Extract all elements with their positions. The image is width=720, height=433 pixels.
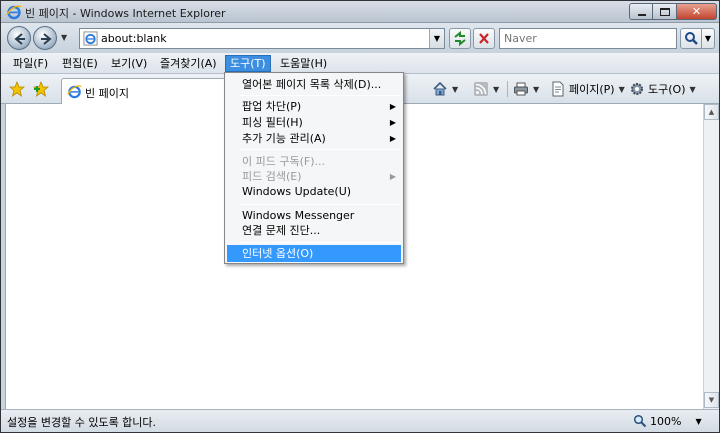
home-button[interactable]: ▼ (432, 81, 458, 97)
page-menu-label: 페이지(P) (569, 83, 615, 96)
menu-help[interactable]: 도움말(H) (276, 55, 331, 72)
title-bar: 빈 페이지 - Windows Internet Explorer ✕ (1, 1, 719, 23)
menu-separator (239, 204, 401, 205)
zoom-dropdown-icon[interactable]: ▼ (695, 417, 701, 426)
back-arrow-icon (14, 33, 25, 45)
menu-item-windows-update[interactable]: Windows Update(U) (227, 183, 401, 200)
add-favorite-icon[interactable] (33, 81, 49, 97)
tab-ie-icon (67, 85, 82, 99)
menu-item-label: 열어본 페이지 목록 삭제(D)... (242, 78, 382, 91)
menu-item-label: 연결 문제 진단... (242, 224, 321, 237)
window-title: 빈 페이지 - Windows Internet Explorer (25, 7, 226, 20)
menu-separator (239, 242, 401, 243)
scroll-up-arrow-icon[interactable]: ▲ (704, 104, 719, 120)
feeds-button[interactable]: ▼ (473, 81, 499, 97)
menu-favorites[interactable]: 즐겨찾기(A) (156, 55, 221, 72)
tools-dropdown-menu: 열어본 페이지 목록 삭제(D)... 팝업 차단(P) ▶ 피싱 필터(H) ▶ … (224, 72, 404, 264)
menu-item-internet-options[interactable]: 인터넷 옵션(O) (227, 245, 401, 262)
address-bar[interactable]: ▼ (79, 28, 445, 49)
recent-pages-dropdown-icon[interactable]: ▼ (61, 33, 67, 42)
menu-file[interactable]: 파일(F) (9, 55, 52, 72)
rss-feed-icon (474, 82, 488, 96)
menu-item-delete-history[interactable]: 열어본 페이지 목록 삭제(D)... (227, 76, 401, 93)
tab-label: 빈 페이지 (85, 87, 129, 100)
tab-blank-page[interactable]: 빈 페이지 (61, 78, 231, 104)
vertical-scrollbar[interactable]: ▲ ▼ (703, 104, 719, 409)
menu-item-label: 인터넷 옵션(O) (242, 247, 314, 260)
back-button[interactable] (7, 26, 31, 50)
menu-separator (239, 149, 401, 150)
home-icon (433, 81, 447, 96)
menu-edit[interactable]: 편집(E) (58, 55, 102, 72)
menu-item-manage-addons[interactable]: 추가 기능 관리(A) ▶ (227, 130, 401, 147)
menu-view[interactable]: 보기(V) (107, 55, 151, 72)
zoom-control[interactable]: 100% ▼ (633, 414, 702, 428)
maximize-button[interactable] (653, 3, 677, 20)
submenu-arrow-icon: ▶ (389, 102, 396, 111)
menu-item-label: 피드 검색(E) (242, 170, 302, 183)
menu-item-label: 팝업 차단(P) (242, 100, 302, 113)
search-button[interactable] (680, 28, 702, 49)
scroll-down-arrow-icon[interactable]: ▼ (704, 392, 719, 408)
forward-arrow-icon (41, 33, 52, 45)
close-icon: ✕ (691, 5, 702, 18)
submenu-arrow-icon: ▶ (389, 134, 396, 143)
favorites-star-icon[interactable] (9, 81, 25, 97)
search-icon (685, 32, 698, 45)
submenu-arrow-icon: ▶ (389, 118, 396, 127)
minimize-icon (638, 14, 646, 16)
address-dropdown-button[interactable]: ▼ (429, 29, 444, 48)
menu-item-label: Windows Messenger (242, 209, 355, 222)
page-icon (552, 81, 564, 97)
feeds-dropdown-icon[interactable]: ▼ (493, 85, 499, 94)
page-ie-icon (83, 31, 98, 46)
menu-item-diagnose-connection[interactable]: 연결 문제 진단... (227, 222, 401, 239)
forward-button[interactable] (33, 26, 57, 50)
status-text: 설정을 변경할 수 있도록 합니다. (7, 416, 157, 429)
stop-icon (479, 33, 489, 44)
minimize-button[interactable] (629, 3, 653, 20)
search-options-dropdown[interactable]: ▼ (702, 28, 715, 49)
page-dropdown-icon[interactable]: ▼ (619, 85, 625, 94)
print-button[interactable]: ▼ (513, 81, 539, 97)
command-separator (507, 81, 508, 97)
menu-item-popup-blocker[interactable]: 팝업 차단(P) ▶ (227, 98, 401, 115)
refresh-button[interactable] (449, 28, 471, 49)
menu-tools[interactable]: 도구(T) (225, 55, 271, 72)
ie-window: 빈 페이지 - Windows Internet Explorer ✕ ▼ ▼ (0, 0, 720, 433)
zoom-magnifier-icon (633, 414, 647, 428)
page-menu-button[interactable]: 페이지(P) ▼ (550, 81, 625, 97)
gear-icon (631, 83, 643, 95)
menu-item-label: 피싱 필터(H) (242, 116, 303, 129)
window-controls: ✕ (629, 3, 717, 21)
menu-item-label: 이 피드 구독(F)... (242, 155, 325, 168)
search-input[interactable] (504, 31, 672, 46)
url-input[interactable] (101, 31, 421, 46)
printer-icon (514, 82, 528, 96)
menu-item-label: 추가 기능 관리(A) (242, 132, 326, 145)
stop-button[interactable] (473, 28, 495, 49)
menu-item-label: Windows Update(U) (242, 185, 352, 198)
maximize-icon (660, 8, 670, 16)
tools-menu-button[interactable]: 도구(O) ▼ (629, 81, 696, 97)
menu-separator (239, 95, 401, 96)
search-box[interactable] (499, 28, 677, 49)
home-dropdown-icon[interactable]: ▼ (452, 85, 458, 94)
zoom-level: 100% (650, 414, 682, 428)
menu-bar: 파일(F) 편집(E) 보기(V) 즐겨찾기(A) 도구(T) 도움말(H) (1, 53, 719, 74)
refresh-icon (454, 30, 466, 47)
tools-menu-label: 도구(O) (648, 83, 686, 96)
print-dropdown-icon[interactable]: ▼ (533, 85, 539, 94)
address-row: ▼ ▼ (1, 23, 719, 53)
status-bar: 설정을 변경할 수 있도록 합니다. 100% ▼ (1, 409, 719, 432)
menu-item-phishing-filter[interactable]: 피싱 필터(H) ▶ (227, 114, 401, 131)
tools-dropdown-icon[interactable]: ▼ (689, 85, 695, 94)
ie-logo-icon (6, 5, 22, 20)
close-button[interactable]: ✕ (677, 3, 717, 20)
